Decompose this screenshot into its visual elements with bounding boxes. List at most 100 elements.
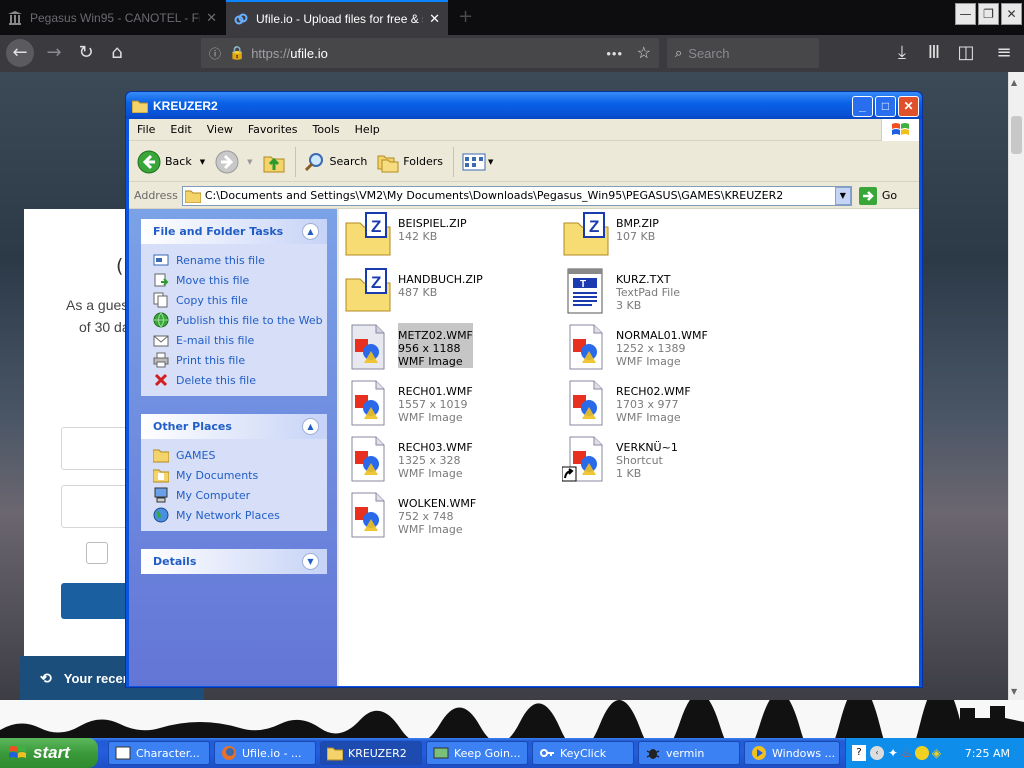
file-item[interactable]: Z HANDBUCH.ZIP 487 KB (344, 267, 554, 317)
new-tab-icon[interactable]: + (458, 6, 473, 27)
taskbar-item-keepgoing[interactable]: Keep Goin... (426, 741, 528, 765)
place-my-documents[interactable]: My Documents (153, 465, 327, 485)
search-label: Search (329, 155, 368, 168)
downloads-icon[interactable]: ⤓ (888, 39, 916, 67)
close-button[interactable]: ✕ (1001, 3, 1022, 25)
close-tab-icon[interactable]: ✕ (429, 11, 440, 27)
task-rename[interactable]: Rename this file (153, 250, 327, 270)
file-item[interactable]: T KURZ.TXT TextPad File 3 KB (562, 267, 772, 317)
other-places-panel: Other Places ▲ GAMES My Documents My Com… (141, 414, 327, 531)
task-delete[interactable]: Delete this file (153, 370, 327, 390)
speaker-icon[interactable]: ◈ (932, 746, 941, 760)
terms-checkbox[interactable] (86, 542, 108, 564)
menu-favorites[interactable]: Favorites (248, 123, 298, 136)
file-item[interactable]: Z BEISPIEL.ZIP 142 KB (344, 211, 554, 261)
place-my-computer[interactable]: My Computer (153, 485, 327, 505)
chevron-down-icon[interactable]: ▼ (834, 186, 851, 205)
search-button[interactable]: Search (304, 151, 368, 173)
task-publish[interactable]: Publish this file to the Web (153, 310, 327, 330)
place-my-network[interactable]: My Network Places (153, 505, 327, 525)
search-input[interactable]: ⌕ Search (667, 38, 819, 68)
taskbar-item-kreuzer2[interactable]: KREUZER2 (320, 741, 422, 765)
scroll-down-icon[interactable]: ▼ (1011, 687, 1017, 696)
browser-tab-ufile[interactable]: Ufile.io - Upload files for free & share… (226, 0, 448, 35)
taskbar-item-windows[interactable]: Windows ... (744, 741, 840, 765)
cat-icon[interactable]: ✦ (888, 746, 898, 760)
task-move[interactable]: Move this file (153, 270, 327, 290)
scroll-up-icon[interactable]: ▲ (1011, 78, 1017, 87)
start-button[interactable]: start (0, 738, 98, 768)
back-button[interactable]: Back ▼ (137, 150, 205, 174)
address-bar: Address C:\Documents and Settings\VM2\My… (129, 183, 919, 209)
close-button[interactable]: ✕ (898, 96, 919, 117)
page-actions-icon[interactable]: ••• (606, 46, 623, 61)
task-label: KREUZER2 (348, 746, 407, 760)
help-icon[interactable]: ? (852, 745, 866, 761)
task-print[interactable]: Print this file (153, 350, 327, 370)
copy-icon (153, 292, 168, 308)
chevron-down-icon[interactable]: ▼ (200, 158, 205, 166)
task-copy[interactable]: Copy this file (153, 290, 327, 310)
address-input[interactable]: C:\Documents and Settings\VM2\My Documen… (181, 185, 852, 206)
file-item[interactable]: WOLKEN.WMF 752 x 748 WMF Image (344, 491, 554, 541)
expand-chevron-icon[interactable]: ▼ (302, 553, 319, 570)
taskbar-item-ufile[interactable]: Ufile.io - ... (214, 741, 316, 765)
library-icon[interactable]: Ⅲ (920, 39, 948, 67)
collapse-chevron-icon[interactable]: ▲ (302, 223, 319, 240)
toolbar-separator (294, 146, 296, 177)
scrollbar-thumb[interactable] (1011, 116, 1022, 154)
maximize-button[interactable]: □ (875, 96, 896, 117)
chevron-down-icon[interactable]: ▼ (247, 158, 252, 166)
other-places-header[interactable]: Other Places ▲ (141, 414, 327, 439)
reload-icon[interactable]: ↻ (72, 39, 100, 67)
go-button[interactable]: Go (858, 186, 897, 205)
close-tab-icon[interactable]: ✕ (206, 10, 217, 26)
url-bar[interactable]: ⓘ 🔒 https:// ufile.io ••• ☆ (201, 38, 659, 68)
smiley-icon[interactable] (914, 746, 929, 760)
minimize-button[interactable]: — (955, 3, 976, 25)
bookmark-star-icon[interactable]: ☆ (637, 43, 651, 63)
menu-icon[interactable]: ≡ (990, 39, 1018, 67)
file-item[interactable]: RECH02.WMF 1703 x 977 WMF Image (562, 379, 772, 429)
home-icon[interactable]: ⌂ (103, 39, 131, 67)
menu-tools[interactable]: Tools (313, 123, 340, 136)
restore-button[interactable]: ❐ (978, 3, 999, 25)
file-item[interactable]: NORMAL01.WMF 1252 x 1389 WMF Image (562, 323, 772, 373)
menu-help[interactable]: Help (355, 123, 380, 136)
menu-view[interactable]: View (207, 123, 233, 136)
browser-tab-pegasus[interactable]: Pegasus Win95 - CANOTEL - Free ✕ (0, 0, 225, 35)
flame-icon[interactable]: ♨ (901, 746, 912, 760)
task-label: Delete this file (176, 373, 256, 387)
taskbar-item-vermin[interactable]: vermin (638, 741, 740, 765)
file-item-selected[interactable]: METZ02.WMF 956 x 1188 WMF Image (344, 323, 554, 373)
tray-chevron-icon[interactable]: ‹ (870, 746, 884, 760)
forward-arrow-icon[interactable]: → (40, 39, 68, 67)
file-tasks-header[interactable]: File and Folder Tasks ▲ (141, 219, 327, 244)
file-item[interactable]: RECH03.WMF 1325 x 328 WMF Image (344, 435, 554, 485)
place-games[interactable]: GAMES (153, 445, 327, 465)
task-label: Copy this file (176, 293, 248, 307)
minimize-button[interactable]: _ (852, 96, 873, 117)
chevron-down-icon[interactable]: ▼ (488, 158, 493, 166)
up-folder-button[interactable] (263, 151, 285, 173)
task-email[interactable]: E-mail this file (153, 330, 327, 350)
forward-button[interactable]: ▼ (215, 150, 253, 174)
menu-file[interactable]: File (137, 123, 155, 136)
taskbar-item-keyclick[interactable]: KeyClick (532, 741, 634, 765)
page-scrollbar[interactable]: ▲ ▼ (1008, 72, 1024, 700)
svg-text:Z: Z (371, 217, 381, 236)
info-icon[interactable]: ⓘ (209, 45, 221, 62)
sidebar-icon[interactable]: ◫ (952, 39, 980, 67)
file-item[interactable]: Z BMP.ZIP 107 KB (562, 211, 772, 261)
file-item[interactable]: VERKNÜ~1 Shortcut 1 KB (561, 435, 772, 485)
details-header[interactable]: Details ▼ (141, 549, 327, 574)
taskbar-item-character[interactable]: Character... (108, 741, 210, 765)
menu-edit[interactable]: Edit (170, 123, 191, 136)
explorer-titlebar[interactable]: KREUZER2 _ □ ✕ (126, 92, 922, 119)
back-arrow-icon (137, 150, 161, 173)
file-item[interactable]: RECH01.WMF 1557 x 1019 WMF Image (344, 379, 554, 429)
back-arrow-icon[interactable]: ← (6, 39, 34, 67)
collapse-chevron-icon[interactable]: ▲ (302, 418, 319, 435)
folders-button[interactable]: Folders (377, 151, 443, 173)
views-button[interactable]: ▼ (462, 152, 493, 172)
